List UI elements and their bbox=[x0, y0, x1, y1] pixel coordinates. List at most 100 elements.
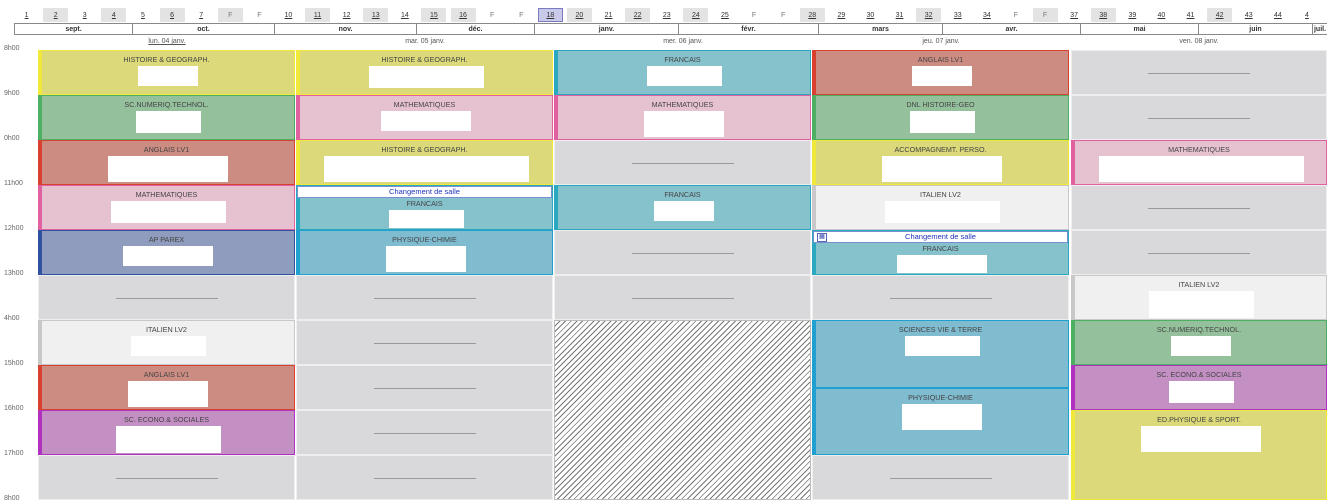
empty-slot[interactable] bbox=[296, 320, 553, 365]
empty-slot[interactable] bbox=[1071, 95, 1327, 140]
course-block[interactable]: SC. ECONO.& SOCIALES bbox=[1071, 365, 1327, 410]
week-15[interactable]: 16 bbox=[450, 8, 476, 22]
course-block[interactable]: SC. ECONO.& SOCIALES bbox=[38, 410, 295, 455]
week-8[interactable]: F bbox=[247, 8, 272, 22]
day-header-4[interactable]: ven. 08 janv. bbox=[1071, 36, 1327, 47]
week-41[interactable]: 42 bbox=[1207, 8, 1233, 22]
course-block[interactable]: FRANCAIS bbox=[554, 50, 811, 95]
empty-slot[interactable] bbox=[812, 275, 1069, 320]
week-43[interactable]: 44 bbox=[1265, 8, 1290, 22]
week-27[interactable]: 28 bbox=[799, 8, 825, 22]
week-19[interactable]: 20 bbox=[566, 8, 592, 22]
course-block[interactable]: HISTOIRE & GEOGRAPH. bbox=[296, 140, 553, 185]
day-header-3[interactable]: jeu. 07 janv. bbox=[812, 36, 1070, 47]
course-block[interactable]: AP PAREX bbox=[38, 230, 295, 275]
course-block[interactable]: HISTOIRE & GEOGRAPH. bbox=[38, 50, 295, 95]
day-header-2[interactable]: mer. 06 janv. bbox=[554, 36, 812, 47]
empty-slot[interactable] bbox=[554, 230, 811, 275]
course-block[interactable]: MATHEMATIQUES bbox=[554, 95, 811, 140]
course-name: FRANCAIS bbox=[664, 190, 701, 199]
course-block[interactable]: SC.NUMERIQ.TECHNOL. bbox=[1071, 320, 1327, 365]
empty-slot[interactable] bbox=[296, 365, 553, 410]
course-name: ITALIEN LV2 bbox=[146, 325, 187, 334]
empty-slot[interactable] bbox=[554, 275, 811, 320]
empty-slot[interactable] bbox=[1071, 50, 1327, 95]
week-35[interactable]: F bbox=[1032, 8, 1058, 22]
week-44[interactable]: 4 bbox=[1294, 8, 1319, 22]
empty-slot[interactable] bbox=[296, 275, 553, 320]
empty-slot[interactable] bbox=[38, 275, 295, 320]
week-23[interactable]: 24 bbox=[683, 8, 709, 22]
course-block[interactable]: ANGLAIS LV1 bbox=[38, 140, 295, 185]
week-36[interactable]: 37 bbox=[1062, 8, 1087, 22]
week-14[interactable]: 15 bbox=[421, 8, 447, 22]
course-block[interactable]: ITALIEN LV2 bbox=[812, 185, 1069, 230]
week-25[interactable]: F bbox=[742, 8, 767, 22]
week-31[interactable]: 32 bbox=[916, 8, 942, 22]
week-11[interactable]: 12 bbox=[334, 8, 359, 22]
week-42[interactable]: 43 bbox=[1236, 8, 1261, 22]
week-39[interactable]: 40 bbox=[1149, 8, 1174, 22]
empty-slot[interactable] bbox=[812, 455, 1069, 500]
week-0[interactable]: 1 bbox=[14, 8, 39, 22]
week-40[interactable]: 41 bbox=[1178, 8, 1203, 22]
week-9[interactable]: 10 bbox=[276, 8, 301, 22]
course-block[interactable]: SCIENCES VIE & TERRE bbox=[812, 320, 1069, 388]
course-block[interactable]: ANGLAIS LV1 bbox=[812, 50, 1069, 95]
course-block[interactable]: MATHEMATIQUES bbox=[1071, 140, 1327, 185]
course-block[interactable]: FRANCAIS bbox=[554, 185, 811, 230]
week-2[interactable]: 3 bbox=[72, 8, 97, 22]
week-7[interactable]: F bbox=[217, 8, 243, 22]
course-block[interactable]: PHYSIQUE-CHIMIE bbox=[296, 230, 553, 275]
week-22[interactable]: 23 bbox=[654, 8, 679, 22]
week-20[interactable]: 21 bbox=[596, 8, 621, 22]
empty-slot[interactable] bbox=[296, 410, 553, 455]
week-28[interactable]: 29 bbox=[829, 8, 854, 22]
empty-slot[interactable] bbox=[38, 455, 295, 500]
week-21[interactable]: 22 bbox=[625, 8, 651, 22]
course-name: HISTOIRE & GEOGRAPH. bbox=[381, 145, 468, 154]
week-29[interactable]: 30 bbox=[858, 8, 883, 22]
course-block[interactable]: PHYSIQUE-CHIMIE bbox=[812, 387, 1069, 455]
course-block[interactable]: ACCOMPAGNEMT. PERSO. bbox=[812, 140, 1069, 185]
week-16[interactable]: F bbox=[480, 8, 505, 22]
empty-slot[interactable] bbox=[296, 455, 553, 500]
week-10[interactable]: 11 bbox=[305, 8, 331, 22]
course-block[interactable]: ITALIEN LV2 bbox=[38, 320, 295, 365]
week-30[interactable]: 31 bbox=[887, 8, 912, 22]
week-17[interactable]: F bbox=[509, 8, 534, 22]
course-block[interactable]: ANGLAIS LV1 bbox=[38, 365, 295, 410]
week-34[interactable]: F bbox=[1003, 8, 1028, 22]
week-26[interactable]: F bbox=[771, 8, 796, 22]
empty-slot[interactable] bbox=[1071, 185, 1327, 230]
course-block[interactable]: HISTOIRE & GEOGRAPH. bbox=[296, 50, 553, 95]
empty-slot[interactable] bbox=[1071, 230, 1327, 275]
week-13[interactable]: 14 bbox=[392, 8, 417, 22]
course-block[interactable]: DNL HISTOIRE-GEO bbox=[812, 95, 1069, 140]
course-block[interactable]: ▦ Changement de salle FRANCAIS bbox=[812, 230, 1069, 275]
week-37[interactable]: 38 bbox=[1090, 8, 1116, 22]
week-5[interactable]: 6 bbox=[159, 8, 185, 22]
week-32[interactable]: 33 bbox=[945, 8, 970, 22]
course-block[interactable]: SC.NUMERIQ.TECHNOL. bbox=[38, 95, 295, 140]
week-12[interactable]: 13 bbox=[363, 8, 389, 22]
week-3[interactable]: 4 bbox=[101, 8, 127, 22]
course-block[interactable]: MATHEMATIQUES bbox=[38, 185, 295, 230]
course-block[interactable]: MATHEMATIQUES bbox=[296, 95, 553, 140]
hour-label-2: 0h00 bbox=[4, 135, 20, 142]
course-block[interactable]: Changement de salle FRANCAIS bbox=[296, 185, 553, 230]
redacted-detail bbox=[135, 111, 201, 133]
week-38[interactable]: 39 bbox=[1120, 8, 1145, 22]
day-header-1[interactable]: mar. 05 janv. bbox=[296, 36, 554, 47]
empty-slot[interactable] bbox=[554, 140, 811, 185]
week-24[interactable]: 25 bbox=[712, 8, 737, 22]
day-header-0[interactable]: lun. 04 janv. bbox=[38, 36, 296, 47]
week-4[interactable]: 5 bbox=[130, 8, 155, 22]
week-6[interactable]: 7 bbox=[189, 8, 214, 22]
week-18[interactable]: 18 bbox=[537, 8, 563, 22]
course-block[interactable]: ED.PHYSIQUE & SPORT. bbox=[1071, 410, 1327, 500]
week-1[interactable]: 2 bbox=[43, 8, 69, 22]
week-33[interactable]: 34 bbox=[974, 8, 999, 22]
course-name: ITALIEN LV2 bbox=[920, 190, 961, 199]
course-block[interactable]: ITALIEN LV2 bbox=[1071, 275, 1327, 320]
